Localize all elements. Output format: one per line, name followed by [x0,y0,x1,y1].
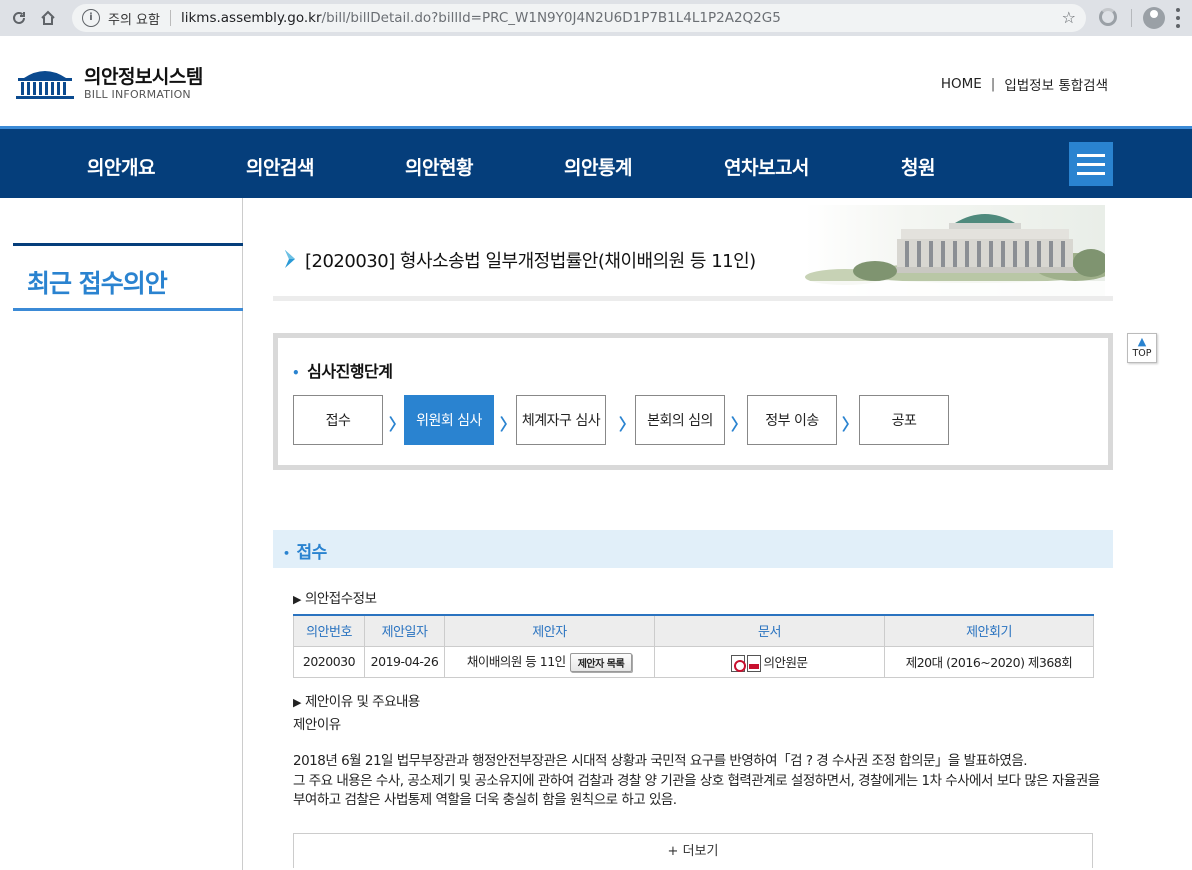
show-more-button[interactable]: + 더보기 [293,833,1093,868]
stage-heading: • 심사진행단계 [292,358,393,382]
proposer-list-button[interactable]: 제안자 목록 [569,653,633,672]
document-cell: 의안원문 [654,645,885,678]
reason-line: 그 주요 내용은 수사, 공소제기 및 공소유지에 관하여 검찰과 경찰 양 기… [293,773,1100,789]
utility-links: HOME | 입법정보 통합검색 [941,74,1108,94]
security-warning[interactable]: 주의 요함 [108,9,160,28]
table-header-row: 의안번호 제안일자 제안자 문서 제안회기 [293,614,1094,647]
nav-annual-report[interactable]: 연차보고서 [724,153,809,180]
proposal-date-cell: 2019-04-26 [364,645,445,678]
section-title-text: 접수 [296,543,328,563]
nav-petition[interactable]: 청원 [901,153,935,180]
step-arrow-icon: 〉 [619,415,636,434]
review-stage-box: • 심사진행단계 접수 〉 위원회 심사 〉 체계자구 심사 〉 본회의 심의 〉… [273,333,1113,470]
pdf-file-icon[interactable] [747,654,762,672]
bookmark-star-icon[interactable]: ☆ [1062,8,1076,27]
extension-icon[interactable] [1099,8,1117,26]
column-header: 제안자 [444,614,655,647]
step-arrow-icon: 〉 [842,415,859,434]
column-header: 제안회기 [884,614,1094,647]
step-committee-review[interactable]: 위원회 심사 [404,395,494,445]
triangle-bullet-icon: ▶ [293,696,301,709]
subsection-heading: ▶ 제안이유 및 주요내용 [293,690,420,710]
column-header: 제안일자 [364,614,445,647]
address-bar[interactable]: i 주의 요함 likms.assembly.go.kr/bill/billDe… [72,4,1086,32]
stage-heading-text: 심사진행단계 [307,362,393,381]
bullet-icon: • [292,366,300,380]
nav-bill-search[interactable]: 의안검색 [246,153,314,180]
scroll-top-button[interactable]: ▲ TOP [1127,333,1157,363]
nav-bill-statistics[interactable]: 의안통계 [564,153,632,180]
sidebar-title-box: 최근 접수의안 [13,243,243,311]
bill-title-banner: [2020030] 형사소송법 일부개정법률안(채이배의원 등 11인) [273,205,1113,301]
section-title: • 접수 [283,538,327,563]
column-header: 문서 [654,614,885,647]
address-divider [169,10,171,26]
browser-toolbar: i 주의 요함 likms.assembly.go.kr/bill/billDe… [0,0,1192,36]
assembly-logo-icon [16,71,74,99]
reason-line: 부여하고 검찰은 사법통제 역할을 더욱 충실히 함을 원칙으로 하고 있음. [293,792,677,808]
table-row: 2020030 2019-04-26 채이배의원 등 11인 제안자 목록 의안원… [293,645,1094,678]
nav-bill-status[interactable]: 의안현황 [405,153,473,180]
bullet-icon: • [283,546,290,560]
reason-line: 2018년 6월 21일 법무부장관과 행정안전부장관은 시대적 상황과 국민적… [293,753,1028,769]
logo-subtitle: BILL INFORMATION [84,88,191,101]
site-logo[interactable]: 의안정보시스템 BILL INFORMATION [14,66,214,106]
proposer-name: 채이배의원 등 11인 [466,654,566,669]
profile-avatar[interactable] [1143,7,1165,29]
triangle-bullet-icon: ▶ [293,593,301,606]
document-link[interactable]: 의안원문 [731,654,808,672]
title-arrow-icon [285,250,295,268]
step-arrow-icon: 〉 [500,415,517,434]
hwp-file-icon[interactable] [731,654,747,672]
subsection-heading: ▶ 의안접수정보 [293,587,377,607]
util-divider: | [990,76,996,92]
step-arrow-icon: 〉 [731,415,748,434]
reload-icon[interactable] [9,8,29,28]
bill-number-cell: 2020030 [293,645,365,678]
step-promulgation[interactable]: 공포 [859,395,949,445]
logo-title: 의안정보시스템 [84,66,203,88]
column-header: 의안번호 [293,614,365,647]
kebab-menu-icon[interactable] [1176,8,1180,28]
step-plenary[interactable]: 본회의 심의 [635,395,725,445]
subsection-heading-text: 의안접수정보 [304,591,377,607]
step-arrow-icon: 〉 [389,415,406,434]
bill-info-table: 의안번호 제안일자 제안자 문서 제안회기 2020030 2019-04-26… [293,614,1094,678]
bill-title: [2020030] 형사소송법 일부개정법률안(채이배의원 등 11인) [305,251,756,272]
hamburger-menu-icon[interactable] [1069,142,1113,186]
home-link[interactable]: HOME [941,76,982,92]
section-header: • 접수 [273,530,1113,568]
subsection-heading-text: 제안이유 및 주요내용 [304,694,420,710]
integrated-search-link[interactable]: 입법정보 통합검색 [1004,74,1108,94]
step-received[interactable]: 접수 [293,395,383,445]
step-legal-review[interactable]: 체계자구 심사 [516,395,606,445]
proposer-cell: 채이배의원 등 11인 제안자 목록 [444,645,655,678]
session-cell: 제20대 (2016~2020) 제368회 [884,645,1094,678]
url-host: likms.assembly.go.kr [180,10,322,26]
info-icon[interactable]: i [82,9,100,27]
step-government-transfer[interactable]: 정부 이송 [747,395,837,445]
assembly-building-illustration [805,205,1105,296]
home-icon[interactable] [38,8,58,28]
reason-label: 제안이유 [293,717,341,733]
document-label[interactable]: 의안원문 [763,655,808,670]
main-navigation: 의안개요 의안검색 의안현황 의안통계 연차보고서 청원 [0,126,1192,198]
up-arrow-icon: ▲ [1137,335,1147,348]
url-path: /bill/billDetail.do?billId=PRC_W1N9Y0J4N… [321,10,781,26]
nav-bill-overview[interactable]: 의안개요 [87,153,155,180]
top-label: TOP [1132,348,1152,359]
sidebar-title: 최근 접수의안 [27,269,168,298]
site-header: 의안정보시스템 BILL INFORMATION HOME | 입법정보 통합검… [0,36,1192,126]
toolbar-divider [1131,9,1132,27]
